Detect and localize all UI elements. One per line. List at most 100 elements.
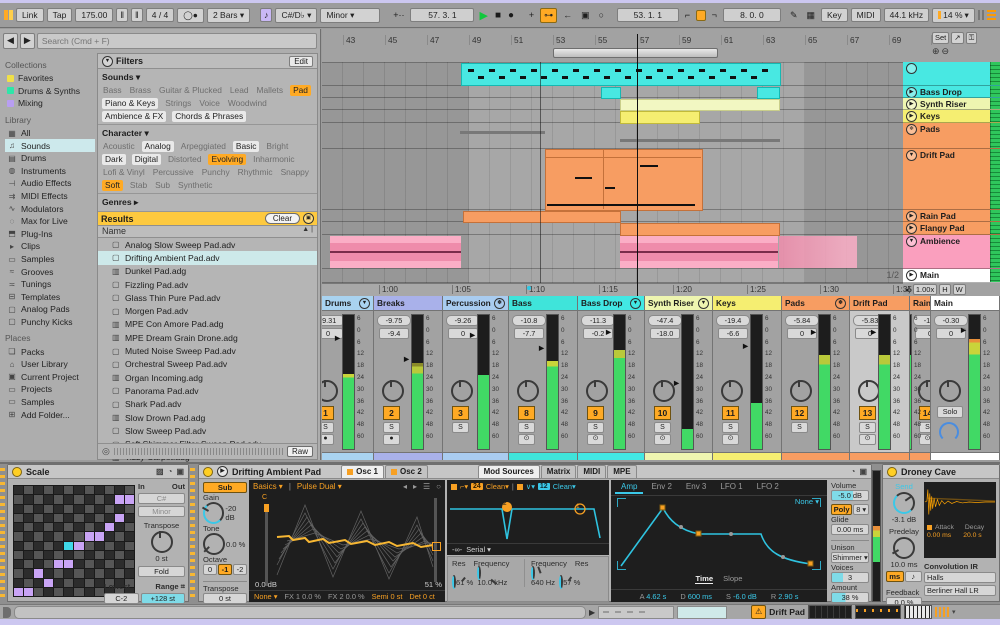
mixer-track-title[interactable]: Keys [713,296,781,311]
result-list-item[interactable]: ▢ Panorama Pad.adv [98,384,317,397]
track-fold-icon[interactable] [906,63,917,74]
scale-grid-cell[interactable] [34,541,44,550]
filter-tag[interactable]: Rhythmic [237,167,274,178]
gain-value[interactable]: -20 dB [225,504,247,522]
pan-knob[interactable] [382,380,404,402]
track-lane[interactable] [322,123,903,149]
track-activator-number[interactable]: 11 [722,406,739,420]
scale-grid-cell[interactable] [24,513,34,522]
scale-grid-cell[interactable] [74,550,84,559]
monitor-button[interactable]: ⊙ [859,434,876,445]
track-fold-icon[interactable]: ▶ [906,87,917,97]
filter-tag[interactable]: Woodwind [227,98,268,109]
filter-tag[interactable]: Pad [290,85,311,96]
scale-grid-cell[interactable] [44,486,54,495]
sidebar-library-item[interactable]: ⇉ MIDI Effects [5,190,95,203]
scale-grid-cell[interactable] [74,513,84,522]
playhead[interactable] [637,34,638,296]
result-list-item[interactable]: ▢ Analog Slow Sweep Pad.adv [98,238,317,251]
subtab-lfo1[interactable]: LFO 1 [714,481,748,494]
pan-marker-icon[interactable]: ▶ [470,331,475,339]
punch-in-button[interactable]: ⌐ [682,9,693,21]
scale-grid-cell[interactable] [84,587,94,596]
track-lane[interactable] [322,235,903,269]
filter-tag[interactable]: Punchy [201,167,231,178]
scale-grid-cell[interactable] [34,532,44,541]
device-on-led[interactable] [12,466,22,477]
pan-marker-icon[interactable]: ▶ [743,342,748,350]
sidebar-library-item[interactable]: ◌ Max for Live [5,215,95,228]
predelay-ms-button[interactable]: ms [886,571,904,582]
scale-grid-cell[interactable] [54,495,64,504]
clear-filters-button[interactable]: Clear [264,213,300,224]
scale-grid-cell[interactable] [24,550,34,559]
solo-button[interactable]: S [383,422,400,433]
track-header[interactable]: ▼ Ambience [903,235,1000,269]
mixer-strip[interactable]: Keys -19.4 -6.6 11 S ⊙ ▶ 6 0 6 12 18 24 … [713,296,782,460]
expand-overview-icon[interactable]: ▶ [589,608,595,617]
mixer-track-icon[interactable]: ▼ [359,298,370,309]
track-activator-number[interactable]: 9 [587,406,604,420]
tab-matrix[interactable]: Matrix [540,464,577,479]
monitor-button[interactable]: ● [383,434,400,445]
filter-tag[interactable]: Analog [141,141,174,152]
genres-section[interactable]: Genres ▸ [98,194,317,212]
nudge-up-button[interactable]: ‖ [131,8,143,22]
sidebar-place-item[interactable]: ⊞ Add Folder... [5,408,95,421]
env-slope-tab[interactable]: Slope [723,574,742,584]
release-value[interactable]: 2.90 s [778,592,798,601]
quantize-menu[interactable]: 2 Bars ▾ [206,7,251,23]
sidebar-library-item[interactable]: ▭ Samples [5,253,95,266]
osc-fx2-field[interactable]: FX 2 0.0 % [328,592,365,601]
scale-grid-cell[interactable] [124,523,134,532]
scale-grid-cell[interactable] [14,578,24,587]
pan-knob[interactable] [721,380,743,402]
scale-grid-cell[interactable] [64,578,74,587]
filter-tag[interactable]: Acoustic [102,141,136,152]
scale-grid-cell[interactable] [64,560,74,569]
scale-name-select[interactable]: Minor [138,506,185,517]
wt-position-value[interactable]: 51 % [425,580,442,589]
scale-device-header[interactable]: Scale ▨ ◔ ▣ [8,465,188,479]
f2-freq-value[interactable]: 640 Hz [531,578,555,587]
solo-button[interactable]: S [518,422,535,433]
track-header[interactable]: ▶ Synth Riser [903,98,1000,110]
crossfade-knob[interactable] [939,422,959,442]
sidebar-place-item[interactable]: ❏ Packs [5,345,95,358]
clip[interactable] [547,204,695,206]
scale-grid-cell[interactable] [124,560,134,569]
prev-locator-icon[interactable]: ⊕ [932,46,940,57]
edit-filters-button[interactable]: Edit [289,55,313,67]
wavetable-device-header[interactable]: ▶ Drifting Ambient Pad Osc 1 Osc 2 Mod S… [199,464,871,479]
follow-button[interactable]: +·· [390,9,407,21]
sidebar-library-item[interactable]: ▸ Clips [5,240,95,253]
set-locator-button[interactable]: Set [932,32,950,44]
notifications-menu-icon[interactable] [987,10,996,20]
filter-tag[interactable]: Arpeggiated [180,141,227,152]
sync-icon[interactable]: ◔ [168,467,173,476]
scale-grid-cell[interactable] [114,532,124,541]
scale-grid-cell[interactable] [14,550,24,559]
sidebar-library-item[interactable]: ≍ Tunings [5,278,95,291]
pan-knob[interactable] [790,380,812,402]
scale-grid-cell[interactable] [74,532,84,541]
filter-tag[interactable]: Guitar & Plucked [158,85,223,96]
tab-midi[interactable]: MIDI [577,464,607,479]
sidebar-library-item[interactable]: ▦ All [5,127,95,140]
poly-button[interactable]: Poly [831,504,853,515]
scale-grid-cell[interactable] [14,541,24,550]
predelay-sync-button[interactable]: ♪ [904,571,922,582]
scale-grid-cell[interactable] [94,541,104,550]
mixer-track-title[interactable]: Bass [509,296,577,311]
scale-grid-cell[interactable] [74,578,84,587]
filter-tag[interactable]: Inharmonic [252,154,295,165]
scale-grid-cell[interactable] [54,541,64,550]
time-signature-field[interactable]: 4 / 4 [145,8,175,22]
track-fold-icon[interactable]: ▶ [906,211,917,221]
peak-level-button[interactable]: -0.30 [934,315,968,326]
solo-button[interactable]: S [791,422,808,433]
track-name[interactable]: Main [920,270,939,280]
clip[interactable] [620,251,778,253]
track-header[interactable]: ▶ Flangy Pad [903,222,1000,235]
scale-grid-cell[interactable] [44,495,54,504]
